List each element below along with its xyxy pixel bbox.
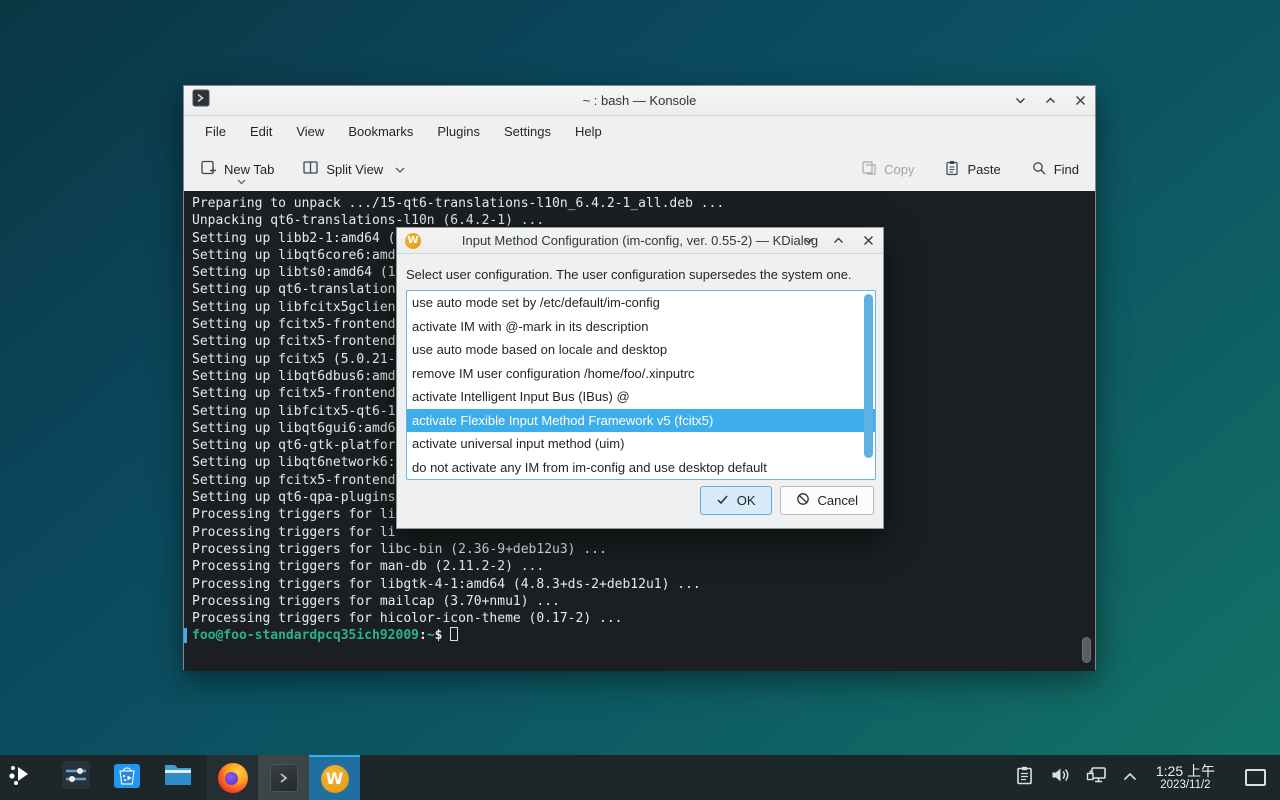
dialog-minimize-icon[interactable] xyxy=(802,234,815,247)
menu-file[interactable]: File xyxy=(205,124,226,139)
system-settings-button[interactable] xyxy=(59,755,93,800)
prompt-dollar: $ xyxy=(435,628,443,643)
clipboard-tray-icon[interactable] xyxy=(1014,765,1035,791)
taskbar: W 1:25 上午 2023/11/2 xyxy=(0,755,1280,800)
task-kdialog[interactable]: W xyxy=(309,755,360,800)
digital-clock[interactable]: 1:25 上午 2023/11/2 xyxy=(1156,763,1215,792)
find-button[interactable]: Find xyxy=(1031,160,1079,179)
ok-label: OK xyxy=(737,493,756,508)
prompt-colon: : xyxy=(419,628,427,643)
terminal-line: Processing triggers for mailcap (3.70+nm… xyxy=(192,593,1095,610)
network-tray-icon[interactable] xyxy=(1085,764,1108,791)
dialog-titlebar[interactable]: W Input Method Configuration (im-config,… xyxy=(397,228,883,254)
im-option-6[interactable]: activate universal input method (uim) xyxy=(407,432,875,456)
system-tray: 1:25 上午 2023/11/2 xyxy=(1014,763,1280,792)
check-icon xyxy=(716,493,729,509)
terminal-line: Preparing to unpack .../15-qt6-translati… xyxy=(192,195,1095,212)
settings-sliders-icon xyxy=(61,760,91,795)
list-scrollbar-thumb[interactable] xyxy=(864,294,873,458)
im-option-7[interactable]: do not activate any IM from im-config an… xyxy=(407,456,875,480)
new-tab-label: New Tab xyxy=(224,162,274,177)
task-manager: W xyxy=(207,755,360,800)
discover-button[interactable] xyxy=(110,755,144,800)
folder-icon xyxy=(162,760,194,795)
app-launcher-button[interactable] xyxy=(0,755,42,800)
minimize-icon[interactable] xyxy=(1014,94,1027,107)
im-option-2[interactable]: use auto mode based on locale and deskto… xyxy=(407,338,875,362)
im-option-1[interactable]: activate IM with @-mark in its descripti… xyxy=(407,315,875,339)
split-view-label: Split View xyxy=(326,162,383,177)
show-desktop-button[interactable] xyxy=(1245,769,1266,786)
menu-plugins[interactable]: Plugins xyxy=(437,124,480,139)
clock-date: 2023/11/2 xyxy=(1156,779,1215,792)
cancel-icon xyxy=(796,492,810,509)
maximize-icon[interactable] xyxy=(1044,94,1057,107)
menu-view[interactable]: View xyxy=(296,124,324,139)
paste-button[interactable]: Paste xyxy=(944,160,1000,179)
dialog-message: Select user configuration. The user conf… xyxy=(406,267,874,282)
split-view-chevron-icon[interactable] xyxy=(395,162,405,177)
im-config-taskbar-icon: W xyxy=(321,765,349,793)
menu-edit[interactable]: Edit xyxy=(250,124,272,139)
im-option-3[interactable]: remove IM user configuration /home/foo/.… xyxy=(407,362,875,386)
dialog-maximize-icon[interactable] xyxy=(832,234,845,247)
toolbar: New Tab Split View Copy Paste Find xyxy=(184,147,1095,191)
konsole-titlebar[interactable]: ~ : bash — Konsole xyxy=(184,86,1095,116)
terminal-line: Processing triggers for man-db (2.11.2-2… xyxy=(192,558,1095,575)
tray-expander-chevron-icon[interactable] xyxy=(1122,769,1138,787)
new-tab-button[interactable]: New Tab xyxy=(200,159,274,179)
clock-time: 1:25 上午 xyxy=(1156,763,1215,779)
copy-icon xyxy=(861,160,877,179)
im-option-5[interactable]: activate Flexible Input Method Framework… xyxy=(407,409,875,433)
volume-tray-icon[interactable] xyxy=(1049,764,1071,791)
new-tab-icon xyxy=(200,159,217,179)
window-title: ~ : bash — Konsole xyxy=(184,93,1095,108)
split-view-icon xyxy=(302,159,319,179)
desktop: { "colors": { "accent": "#3daee9", "sele… xyxy=(0,0,1280,800)
im-option-list[interactable]: use auto mode set by /etc/default/im-con… xyxy=(406,290,876,480)
menubar: File Edit View Bookmarks Plugins Settings Help xyxy=(184,116,1095,147)
search-icon xyxy=(1031,160,1047,179)
find-label: Find xyxy=(1054,162,1079,177)
menu-help[interactable]: Help xyxy=(575,124,602,139)
close-icon[interactable] xyxy=(1074,94,1087,107)
dialog-close-icon[interactable] xyxy=(862,234,875,247)
prompt-path: ~ xyxy=(427,628,435,643)
paste-icon xyxy=(944,160,960,179)
cancel-button[interactable]: Cancel xyxy=(780,486,874,515)
konsole-taskbar-icon xyxy=(270,764,298,792)
paste-label: Paste xyxy=(967,162,1000,177)
ok-button[interactable]: OK xyxy=(700,486,772,515)
menu-bookmarks[interactable]: Bookmarks xyxy=(348,124,413,139)
dolphin-file-manager-button[interactable] xyxy=(161,755,195,800)
copy-label: Copy xyxy=(884,162,914,177)
terminal-line: Processing triggers for libc-bin (2.36-9… xyxy=(192,541,1095,558)
menu-settings[interactable]: Settings xyxy=(504,124,551,139)
cancel-label: Cancel xyxy=(818,493,858,508)
kde-launcher-icon xyxy=(7,761,35,794)
copy-button: Copy xyxy=(861,160,914,179)
firefox-icon xyxy=(218,763,248,793)
split-view-button[interactable]: Split View xyxy=(302,159,405,179)
terminal-cursor xyxy=(450,627,458,641)
prompt-user-host: foo@foo-standardpcq35ich92009 xyxy=(192,628,419,643)
task-firefox[interactable] xyxy=(207,755,258,800)
im-option-0[interactable]: use auto mode set by /etc/default/im-con… xyxy=(407,291,875,315)
input-method-dialog: W Input Method Configuration (im-config,… xyxy=(396,227,884,529)
terminal-line: Processing triggers for libgtk-4-1:amd64… xyxy=(192,576,1095,593)
terminal-line: Processing triggers for hicolor-icon-the… xyxy=(192,610,1095,627)
task-konsole[interactable] xyxy=(258,755,309,800)
terminal-prompt: foo@foo-standardpcq35ich92009:~$ xyxy=(192,627,1095,644)
discover-bag-icon xyxy=(112,760,142,795)
im-option-4[interactable]: activate Intelligent Input Bus (IBus) @ xyxy=(407,385,875,409)
new-tab-chevron-icon[interactable] xyxy=(237,173,246,188)
